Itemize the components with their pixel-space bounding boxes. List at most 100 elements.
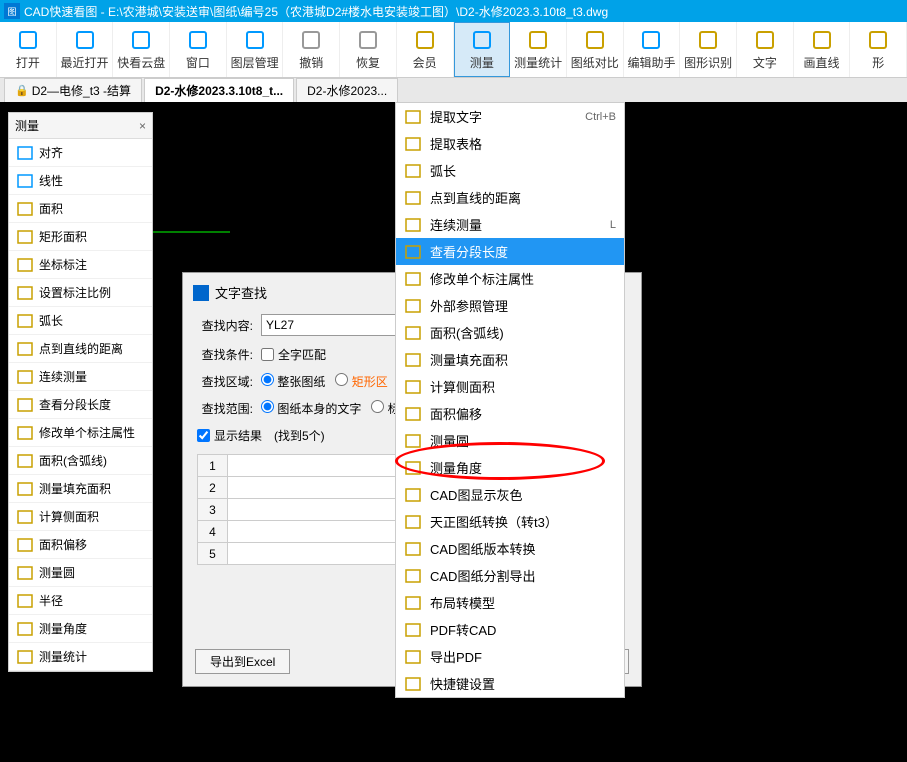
menu-item-icon [404,190,422,206]
menu-item-测量填充面积[interactable]: 测量填充面积 [396,346,624,373]
result-row[interactable]: 2 [198,477,412,499]
menu-item-测量角度[interactable]: 测量角度 [396,454,624,481]
measure-item-icon [17,650,33,664]
menu-item-面积偏移[interactable]: 面积偏移 [396,400,624,427]
app-icon: 图 [4,3,20,19]
menu-item-查看分段长度[interactable]: 查看分段长度 [396,238,624,265]
measure-item-测量统计[interactable]: 测量统计 [9,643,152,671]
menu-item-CAD图纸版本转换[interactable]: CAD图纸版本转换 [396,535,624,562]
measure-item-线性[interactable]: 线性 [9,167,152,195]
menu-item-icon [404,649,422,665]
result-row[interactable]: 3 [198,499,412,521]
menu-item-计算侧面积[interactable]: 计算侧面积 [396,373,624,400]
toolbar-icon [526,28,550,52]
export-excel-button[interactable]: 导出到Excel [195,649,290,674]
content-label: 查找内容: [193,317,253,334]
result-row[interactable]: 5 [198,543,412,565]
measure-item-半径[interactable]: 半径 [9,587,152,615]
measure-item-icon [17,286,33,300]
show-results-checkbox[interactable]: 显示结果 [197,427,262,444]
menu-item-icon [404,325,422,341]
menu-item-修改单个标注属性[interactable]: 修改单个标注属性 [396,265,624,292]
menu-item-连续测量[interactable]: 连续测量L [396,211,624,238]
area-rect-radio[interactable]: 矩形区 [335,373,387,390]
cond-label: 查找条件: [193,346,253,363]
measure-item-弧长[interactable]: 弧长 [9,307,152,335]
toolbar-打开[interactable]: 打开 [0,22,57,77]
menu-item-提取表格[interactable]: 提取表格 [396,130,624,157]
toolbar-会员[interactable]: 会员 [397,22,454,77]
toolbar-恢复[interactable]: 恢复 [340,22,397,77]
result-row[interactable]: 1 [198,455,412,477]
measure-item-测量圆[interactable]: 测量圆 [9,559,152,587]
menu-item-icon [404,406,422,422]
toolbar-最近打开[interactable]: 最近打开 [57,22,114,77]
measure-item-对齐[interactable]: 对齐 [9,139,152,167]
measure-item-测量角度[interactable]: 测量角度 [9,615,152,643]
measure-item-icon [17,202,33,216]
whole-word-checkbox[interactable]: 全字匹配 [261,346,326,363]
menu-item-弧长[interactable]: 弧长 [396,157,624,184]
menu-item-CAD图纸分割导出[interactable]: CAD图纸分割导出 [396,562,624,589]
area-whole-radio[interactable]: 整张图纸 [261,373,325,390]
canvas-area: 测量 × 对齐线性面积矩形面积坐标标注设置标注比例弧长点到直线的距离连续测量查看… [0,102,907,762]
measure-item-面积偏移[interactable]: 面积偏移 [9,531,152,559]
measure-item-点到直线的距离[interactable]: 点到直线的距离 [9,335,152,363]
document-tab[interactable]: D2-水修2023... [296,78,398,103]
menu-item-快捷键设置[interactable]: 快捷键设置 [396,670,624,697]
measure-item-icon [17,174,33,188]
document-tab[interactable]: 🔒D2—电修_t3 -结算 [4,78,142,103]
menu-item-CAD图显示灰色[interactable]: CAD图显示灰色 [396,481,624,508]
measure-item-icon [17,342,33,356]
toolbar-测量[interactable]: 测量 [454,22,511,77]
menu-item-icon [404,514,422,530]
measure-item-计算侧面积[interactable]: 计算侧面积 [9,503,152,531]
toolbar-画直线[interactable]: 画直线 [794,22,851,77]
measure-item-连续测量[interactable]: 连续测量 [9,363,152,391]
menu-item-外部参照管理[interactable]: 外部参照管理 [396,292,624,319]
menu-item-icon [404,298,422,314]
scope-drawing-radio[interactable]: 图纸本身的文字 [261,400,361,417]
menu-item-icon [404,460,422,476]
toolbar-快看云盘[interactable]: 快看云盘 [113,22,170,77]
menu-item-提取文字[interactable]: 提取文字Ctrl+B [396,103,624,130]
menu-item-布局转模型[interactable]: 布局转模型 [396,589,624,616]
measure-item-面积(含弧线)[interactable]: 面积(含弧线) [9,447,152,475]
title-text: CAD快速看图 - E:\农港城\安装送审\图纸\编号25（农港城D2#楼水电安… [24,3,608,20]
measure-item-矩形面积[interactable]: 矩形面积 [9,223,152,251]
menu-item-测量圆[interactable]: 测量圆 [396,427,624,454]
toolbar-icon [186,28,210,52]
toolbar-图纸对比[interactable]: 图纸对比 [567,22,624,77]
close-icon[interactable]: × [139,119,146,133]
measure-item-修改单个标注属性[interactable]: 修改单个标注属性 [9,419,152,447]
toolbar-文字[interactable]: 文字 [737,22,794,77]
menu-item-面积(含弧线)[interactable]: 面积(含弧线) [396,319,624,346]
measure-item-设置标注比例[interactable]: 设置标注比例 [9,279,152,307]
found-count: (找到5个) [274,427,325,444]
menu-item-天正图纸转换（转t3）[interactable]: 天正图纸转换（转t3） [396,508,624,535]
menu-item-PDF转CAD[interactable]: PDF转CAD [396,616,624,643]
menu-item-icon [404,568,422,584]
toolbar-测量统计[interactable]: 测量统计 [510,22,567,77]
toolbar-窗口[interactable]: 窗口 [170,22,227,77]
menu-item-导出PDF[interactable]: 导出PDF [396,643,624,670]
results-table: 12345 [197,454,412,565]
result-row[interactable]: 4 [198,521,412,543]
measure-item-面积[interactable]: 面积 [9,195,152,223]
toolbar-图层管理[interactable]: 图层管理 [227,22,284,77]
toolbar-形[interactable]: 形 [850,22,907,77]
measure-item-icon [17,622,33,636]
toolbar-撤销[interactable]: 撤销 [283,22,340,77]
document-tab[interactable]: D2-水修2023.3.10t8_t... [144,78,294,103]
measure-item-查看分段长度[interactable]: 查看分段长度 [9,391,152,419]
measure-item-icon [17,230,33,244]
measure-item-icon [17,482,33,496]
toolbar-图形识别[interactable]: 图形识别 [680,22,737,77]
menu-item-点到直线的距离[interactable]: 点到直线的距离 [396,184,624,211]
toolbar-icon [413,28,437,52]
toolbar-编辑助手[interactable]: 编辑助手 [624,22,681,77]
measure-item-测量填充面积[interactable]: 测量填充面积 [9,475,152,503]
measure-item-坐标标注[interactable]: 坐标标注 [9,251,152,279]
toolbar-icon [129,28,153,52]
menu-item-icon [404,352,422,368]
